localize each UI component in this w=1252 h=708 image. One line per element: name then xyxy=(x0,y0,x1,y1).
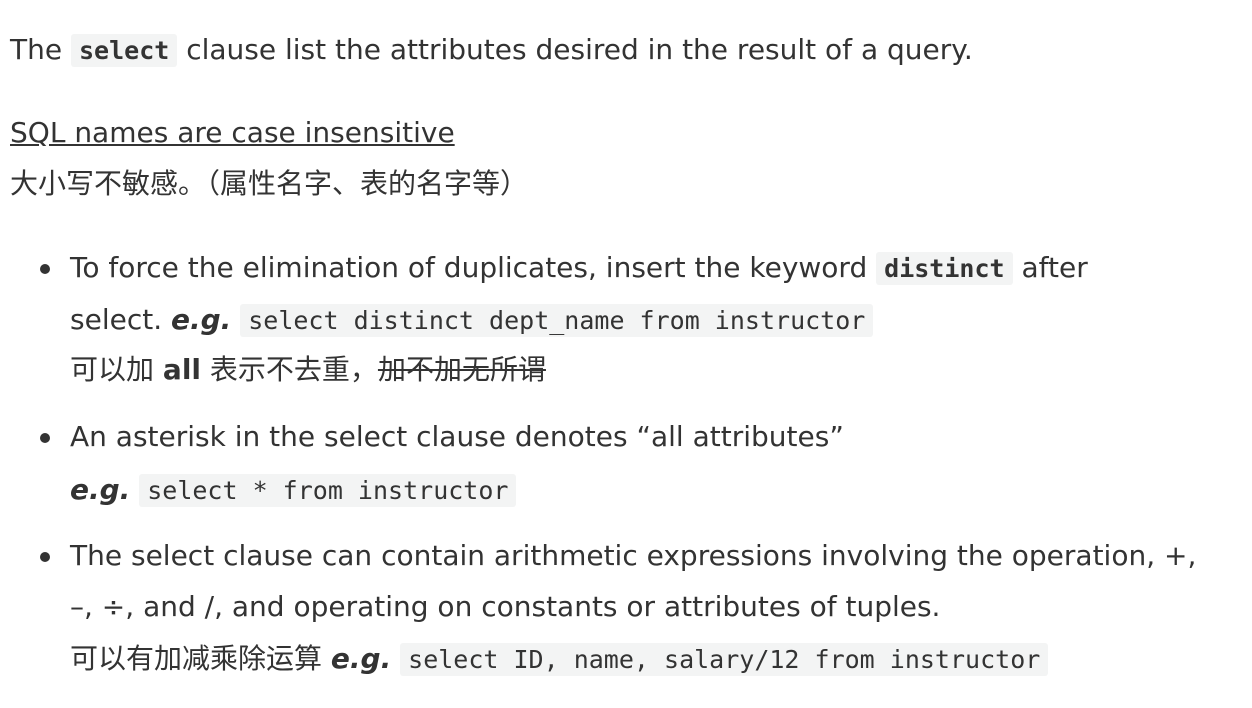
bullet-3-line-3-prefix: 可以有加减乘除运算 xyxy=(70,642,323,675)
bullet-1-line-2: select. e.g. select distinct dept_name f… xyxy=(70,300,874,341)
bullet-1-strikethrough-text: 加不加无所谓 xyxy=(377,353,546,386)
bullet-1-line-1-prefix: To force the elimination of duplicates, … xyxy=(70,251,868,284)
bullet-1-code-example: select distinct dept_name from instructo… xyxy=(240,304,874,337)
bullet-1-line-1: To force the elimination of duplicates, … xyxy=(70,248,1088,289)
select-keyword-code: select xyxy=(70,34,178,67)
bullet-1-eg-label: e.g. xyxy=(171,303,232,336)
bullet-2-code-example: select * from instructor xyxy=(139,474,517,507)
bullet-dot-2 xyxy=(40,433,50,443)
distinct-keyword-code: distinct xyxy=(876,252,1013,285)
bullet-2-line-1: An asterisk in the select clause denotes… xyxy=(70,420,844,453)
case-note-chinese: 大小写不敏感。（属性名字、表的名字等） xyxy=(10,167,529,200)
intro-suffix: clause list the attributes desired in th… xyxy=(186,33,973,66)
intro-prefix: The xyxy=(10,33,63,66)
bullet-1-line-2-text: select. xyxy=(70,303,163,336)
bullet-1-line-3-prefix: 可以加 xyxy=(70,353,155,386)
bullet-dot-1 xyxy=(40,264,50,274)
intro-paragraph: The select clause list the attributes de… xyxy=(10,30,973,71)
bullet-3-line-2: –, ÷, and /, and operating on constants … xyxy=(70,590,941,623)
all-keyword: all xyxy=(162,353,202,386)
bullet-3-line-1: The select clause can contain arithmetic… xyxy=(70,539,1197,572)
bullet-1-line-1-suffix: after xyxy=(1021,251,1088,284)
bullet-2-line-2: e.g. select * from instructor xyxy=(70,470,517,511)
bullet-3-eg-label: e.g. xyxy=(330,642,392,675)
bullet-2-eg-label: e.g. xyxy=(70,473,131,506)
bullet-3-line-3: 可以有加减乘除运算 e.g. select ID, name, salary/1… xyxy=(70,639,1049,680)
case-note-english: SQL names are case insensitive xyxy=(10,116,455,149)
bullet-1-line-3-middle: 表示不去重， xyxy=(209,353,378,386)
bullet-1-line-3: 可以加 all 表示不去重，加不加无所谓 xyxy=(70,350,546,390)
bullet-3-code-example: select ID, name, salary/12 from instruct… xyxy=(400,643,1049,676)
bullet-dot-3 xyxy=(40,552,50,562)
